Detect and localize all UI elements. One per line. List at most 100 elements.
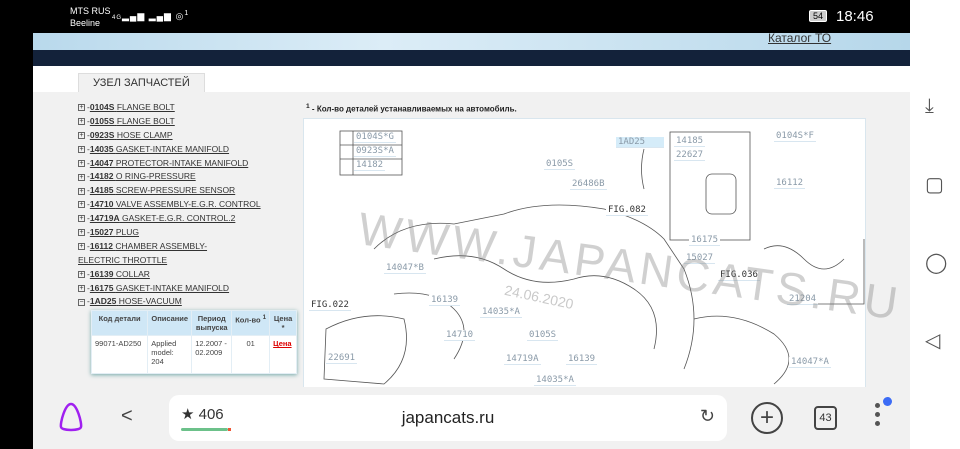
table-row: 99071-AD250 Applied model: 204 12.2007 -… [90,335,297,374]
status-bar: MTS RUS Beeline 4G▂▄▆ ▂▄▆ ◎1 54 18:46 [0,0,910,33]
alice-assistant-icon[interactable] [57,401,85,438]
expand-icon[interactable]: + [78,201,85,209]
diagram-label[interactable]: 0104S*F [774,131,816,142]
tab-part-group[interactable]: УЗЕЛ ЗАПЧАСТЕЙ [78,73,205,92]
carrier-2: Beeline [70,18,101,28]
nav-bar [33,50,910,66]
browser-bar: < ★ 406 japancats.ru ↻ + 43 [33,387,910,449]
diagram-label[interactable]: 14719A [504,354,541,365]
rating-bar [181,428,231,431]
diagram-label[interactable]: 16139 [566,354,598,365]
collapse-icon[interactable]: − [78,298,85,306]
tree-item[interactable]: + -0104S FLANGE BOLT [78,101,303,115]
tree-item-link[interactable]: 14182 O RING-PRESSURE [90,171,196,181]
expand-icon[interactable]: + [78,104,85,112]
home-icon[interactable]: ◯ [925,250,947,275]
diagram-label[interactable]: 14710 [444,330,476,341]
diagram-label[interactable]: 16112 [774,178,806,189]
notification-dot [883,397,892,406]
legend-item[interactable]: 0104S*G [354,132,396,143]
col-period: Период выпуска [191,310,233,336]
diagram-label[interactable]: 26486B [570,179,607,190]
tree-item-link[interactable]: 16139 COLLAR [90,269,150,279]
legend-item[interactable]: 0923S*A [354,146,396,157]
col-qty: Кол-во 1 [231,310,271,336]
expand-icon[interactable]: + [78,229,85,237]
tabs-count-button[interactable]: 43 [814,406,837,430]
new-tab-button[interactable]: + [751,402,783,434]
address-bar[interactable]: ★ 406 japancats.ru ↻ [169,395,727,441]
url-text[interactable]: japancats.ru [169,408,727,428]
reload-icon[interactable]: ↻ [700,406,715,427]
expand-icon[interactable]: + [78,132,85,140]
diagram-label[interactable]: 14185 [674,136,706,147]
tree-item[interactable]: + -0923S HOSE CLAMP [78,129,303,143]
tree-item-link[interactable]: 1AD25 HOSE-VACUUM [90,296,182,306]
catalog-to-link[interactable]: Каталог ТО [768,33,831,45]
tree-item[interactable]: + -14047 PROTECTOR-INTAKE MANIFOLD [78,157,303,171]
expand-icon[interactable]: + [78,145,85,153]
diagram-label[interactable]: 16139 [429,295,461,306]
system-nav-bar: ⤓ ▢ ◯ ◁ [910,0,960,449]
diagram-label[interactable]: 16175 [689,235,721,246]
battery-icon: 54 [809,10,828,22]
recent-apps-icon[interactable]: ▢ [925,172,944,197]
tree-item[interactable]: + -16139 COLLAR [78,268,303,282]
back-icon[interactable]: ◁ [925,328,940,353]
tree-item[interactable]: + -14035 GASKET-INTAKE MANIFOLD [78,143,303,157]
parts-diagram[interactable]: 0104S*G 0923S*A 14182 1AD25 14185 22627 … [303,118,905,387]
expand-icon[interactable]: + [78,270,85,278]
diagram-label[interactable]: 1AD25 [616,137,664,148]
parts-table: Код детали Описание Период выпуска Кол-в… [90,310,297,374]
tree-item-link[interactable]: 16175 GASKET-INTAKE MANIFOLD [90,283,229,293]
tree-item[interactable]: + -16175 GASKET-INTAKE MANIFOLD [78,282,303,296]
part-description: Applied model: 204 [147,335,193,374]
diagram-label[interactable]: 22691 [326,353,358,364]
tree-item-link[interactable]: 14035 GASKET-INTAKE MANIFOLD [90,144,229,154]
expand-icon[interactable]: + [78,284,85,292]
expand-icon[interactable]: + [78,243,85,251]
diagram-label[interactable]: 0105S [544,159,576,170]
diagram-label[interactable]: FIG.082 [606,205,648,216]
expand-icon[interactable]: + [78,187,85,195]
part-qty: 01 [231,335,271,374]
site-header: Каталог ТО [33,33,910,50]
tree-item[interactable]: + -15027 PLUG [78,226,303,240]
tree-item[interactable]: + -14185 SCREW-PRESSURE SENSOR [78,184,303,198]
tree-item[interactable]: + -16112 CHAMBER ASSEMBLY-ELECTRIC THROTT… [78,240,238,268]
tree-item-link[interactable]: 15027 PLUG [90,227,139,237]
col-code: Код детали [90,310,149,336]
diagram-label[interactable]: FIG.022 [309,300,351,311]
tree-item[interactable]: + -0105S FLANGE BOLT [78,115,303,129]
clock: 18:46 [836,8,874,25]
tree-item-link[interactable]: 14710 VALVE ASSEMBLY-E.G.R. CONTROL [90,199,261,209]
diagram-label[interactable]: 0105S [527,330,559,341]
collapse-icon[interactable]: ⤓ [925,95,934,118]
diagram-label[interactable]: 22627 [674,150,706,161]
tree-item-link[interactable]: 16112 CHAMBER ASSEMBLY-ELECTRIC THROTTLE [78,241,207,265]
diagram-label[interactable]: 14047*A [789,357,831,368]
tree-item[interactable]: + -14719A GASKET-E.G.R. CONTROL.2 [78,212,303,226]
expand-icon[interactable]: + [78,173,85,181]
tree-item-link[interactable]: 14047 PROTECTOR-INTAKE MANIFOLD [90,158,248,168]
tree-item[interactable]: + -14710 VALVE ASSEMBLY-E.G.R. CONTROL [78,198,303,212]
col-price: Цена * [269,310,297,336]
tree-item[interactable]: − -1AD25 HOSE-VACUUM [78,295,303,309]
tree-item-link[interactable]: 14185 SCREW-PRESSURE SENSOR [90,185,235,195]
price-link[interactable]: Цена [273,339,291,348]
diagram-label[interactable]: 14047*B [384,263,426,274]
signal-icon: 4G▂▄▆ ▂▄▆ ◎1 [112,10,190,21]
tree-item[interactable]: + -14182 O RING-PRESSURE [78,170,303,184]
tree-item-link[interactable]: 14719A GASKET-E.G.R. CONTROL.2 [90,213,236,223]
diagram-label[interactable]: 14035*A [480,307,522,318]
tree-item-link[interactable]: 0104S FLANGE BOLT [90,102,175,112]
tree-item-link[interactable]: 0923S HOSE CLAMP [90,130,173,140]
tree-item-link[interactable]: 0105S FLANGE BOLT [90,116,175,126]
menu-icon[interactable] [875,397,892,430]
diagram-label[interactable]: 14035*A [534,375,576,386]
expand-icon[interactable]: + [78,159,85,167]
legend-item[interactable]: 14182 [354,160,386,171]
expand-icon[interactable]: + [78,118,85,126]
expand-icon[interactable]: + [78,215,85,223]
share-icon[interactable]: < [121,405,133,428]
